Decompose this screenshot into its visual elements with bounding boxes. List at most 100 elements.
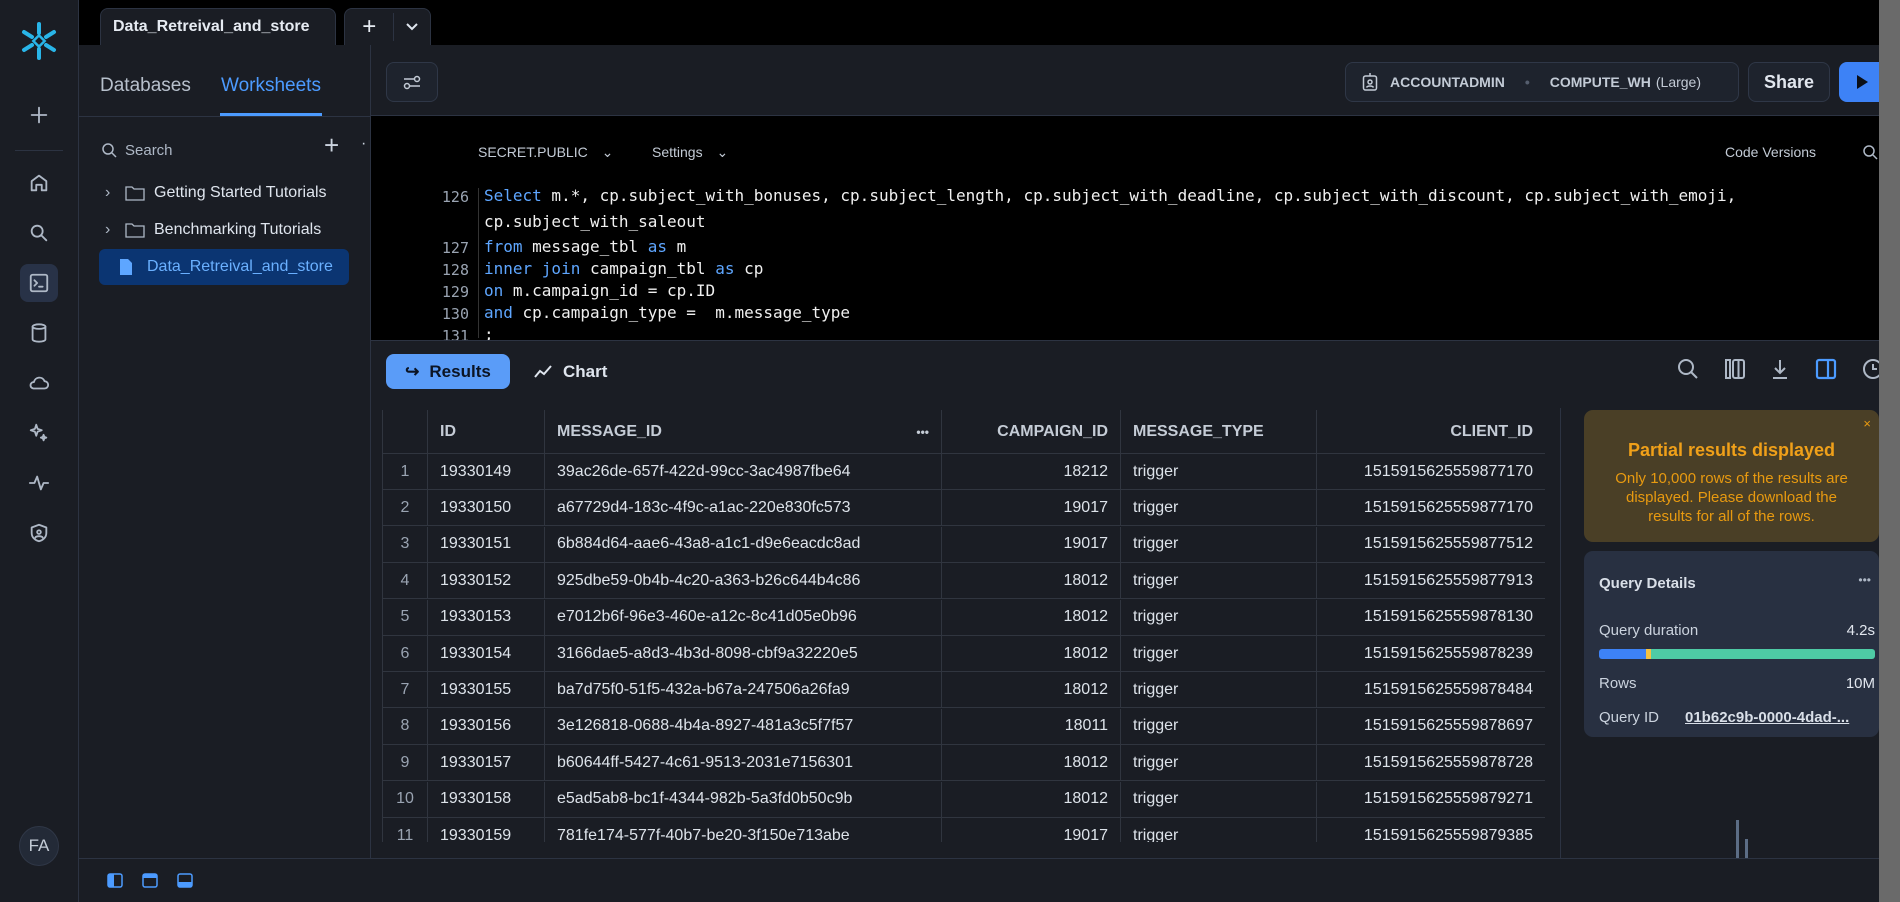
table-cell[interactable]: 1515915625559877170 — [1317, 490, 1545, 525]
run-button[interactable] — [1839, 62, 1884, 102]
table-row[interactable]: 10 19330158 e5ad5ab8-bc1f-4344-982b-5a3fd0… — [383, 781, 1545, 818]
table-cell[interactable]: trigger — [1121, 599, 1317, 635]
table-cell[interactable]: 1515915625559877913 — [1317, 563, 1545, 598]
table-cell[interactable]: 19017 — [942, 818, 1121, 842]
code-line[interactable]: inner join campaign_tbl as cp — [484, 259, 763, 278]
toggle-left-pane-icon[interactable] — [107, 873, 123, 888]
tab-chart[interactable]: Chart — [533, 354, 607, 389]
nav-cloud[interactable] — [20, 364, 58, 402]
table-cell[interactable]: 1515915625559878130 — [1317, 600, 1545, 635]
history-clock-icon[interactable] — [1861, 357, 1879, 381]
table-cell[interactable]: 19330156 — [428, 708, 545, 744]
chevron-down-icon[interactable] — [394, 22, 430, 32]
table-row[interactable]: 8 19330156 3e126818-0688-4b4a-8927-481a3c5… — [383, 708, 1545, 745]
table-cell[interactable]: 19330154 — [428, 636, 545, 671]
column-menu-icon[interactable]: ••• — [916, 425, 929, 439]
table-cell[interactable]: 19330159 — [428, 818, 545, 842]
tab-results[interactable]: ↪ Results — [386, 354, 510, 389]
table-cell[interactable]: trigger — [1121, 563, 1317, 599]
table-cell[interactable]: 1515915625559879271 — [1317, 782, 1545, 817]
table-cell[interactable]: trigger — [1121, 672, 1317, 708]
filter-settings-button[interactable] — [386, 62, 438, 102]
user-avatar[interactable]: FA — [19, 826, 59, 866]
table-cell[interactable]: 3166dae5-a8d3-4b3d-8098-cbf9a32220e5 — [545, 636, 942, 671]
table-cell[interactable]: 18012 — [942, 636, 1121, 671]
table-cell[interactable]: 5 — [383, 599, 428, 635]
code-versions-button[interactable]: Code Versions — [1725, 144, 1816, 160]
table-cell[interactable]: 3 — [383, 526, 428, 562]
tree-item-folder[interactable]: › Getting Started Tutorials — [99, 175, 349, 211]
table-cell[interactable]: 19017 — [942, 490, 1121, 526]
table-cell[interactable]: 19330151 — [428, 526, 545, 562]
table-cell[interactable]: 18012 — [942, 563, 1121, 599]
code-line[interactable]: cp.subject_with_saleout — [484, 212, 706, 231]
code-line[interactable]: on m.campaign_id = cp.ID — [484, 281, 715, 300]
table-cell[interactable]: ba7d75f0-51f5-432a-b67a-247506a26fa9 — [545, 672, 942, 708]
table-cell[interactable]: 4 — [383, 563, 428, 599]
table-cell[interactable]: 6 — [383, 636, 428, 671]
table-cell[interactable]: 18012 — [942, 672, 1121, 708]
table-row[interactable]: 7 19330155 ba7d75f0-51f5-432a-b67a-247506a… — [383, 672, 1545, 709]
table-cell[interactable]: 19330152 — [428, 563, 545, 599]
table-cell[interactable]: trigger — [1121, 636, 1317, 671]
table-cell[interactable]: 18012 — [942, 599, 1121, 635]
table-cell[interactable]: 19330149 — [428, 454, 545, 489]
table-cell[interactable]: e5ad5ab8-bc1f-4344-982b-5a3fd0b50c9b — [545, 781, 942, 817]
table-cell[interactable]: trigger — [1121, 708, 1317, 744]
table-cell[interactable]: 8 — [383, 708, 428, 744]
table-cell[interactable]: 19330157 — [428, 745, 545, 781]
tree-item-folder[interactable]: › Benchmarking Tutorials — [99, 212, 349, 248]
table-cell[interactable]: trigger — [1121, 818, 1317, 842]
tab-databases[interactable]: Databases — [100, 75, 191, 97]
search-input[interactable]: Search — [101, 135, 321, 165]
chevron-right-icon[interactable]: › — [105, 221, 119, 239]
table-cell[interactable]: 39ac26de-657f-422d-99cc-3ac4987fbe64 — [545, 454, 942, 489]
nav-search[interactable] — [20, 214, 58, 252]
table-cell[interactable]: 6b884d64-aae6-43a8-a1c1-d9e6eacdc8ad — [545, 526, 942, 562]
table-cell[interactable]: trigger — [1121, 490, 1317, 526]
table-cell[interactable]: e7012b6f-96e3-460e-a12c-8c41d05e0b96 — [545, 599, 942, 635]
search-icon[interactable] — [1862, 144, 1878, 160]
column-header[interactable]: CAMPAIGN_ID — [942, 410, 1121, 453]
table-cell[interactable]: 1 — [383, 454, 428, 489]
table-cell[interactable]: 19017 — [942, 526, 1121, 562]
table-cell[interactable]: trigger — [1121, 526, 1317, 562]
nav-admin-shield[interactable] — [20, 514, 58, 552]
sql-editor[interactable]: SECRET.PUBLIC ⌄ Settings ⌄ Code Versions… — [371, 116, 1879, 345]
table-cell[interactable]: 19330158 — [428, 781, 545, 817]
code-line[interactable]: and cp.campaign_type = m.message_type — [484, 303, 850, 322]
column-header[interactable] — [383, 410, 428, 453]
code-line[interactable]: from message_tbl as m — [484, 237, 686, 256]
table-cell[interactable]: trigger — [1121, 745, 1317, 781]
table-cell[interactable]: 925dbe59-0b4b-4c20-a363-b26c644b4c86 — [545, 563, 942, 599]
column-header[interactable]: MESSAGE_ID ••• — [545, 410, 942, 453]
table-row[interactable]: 5 19330153 e7012b6f-96e3-460e-a12c-8c41d05… — [383, 599, 1545, 636]
table-cell[interactable]: 18012 — [942, 745, 1121, 781]
table-cell[interactable]: 1515915625559878239 — [1317, 636, 1545, 671]
close-icon[interactable]: × — [1863, 416, 1871, 431]
share-button[interactable]: Share — [1748, 62, 1830, 102]
table-cell[interactable]: 18012 — [942, 781, 1121, 817]
more-options-icon[interactable]: ••• — [1858, 573, 1871, 587]
table-row[interactable]: 6 19330154 3166dae5-a8d3-4b3d-8098-cbf9a32… — [383, 636, 1545, 672]
table-cell[interactable]: 781fe174-577f-40b7-be20-3f150e713abe — [545, 818, 942, 842]
nav-database[interactable] — [20, 314, 58, 352]
table-cell[interactable]: 3e126818-0688-4b4a-8927-481a3c5f7f57 — [545, 708, 942, 744]
table-cell[interactable]: 18011 — [942, 708, 1121, 744]
table-row[interactable]: 3 19330151 6b884d64-aae6-43a8-a1c1-d9e6eac… — [383, 526, 1545, 563]
nav-plus[interactable] — [20, 96, 58, 134]
search-icon[interactable] — [1676, 357, 1700, 381]
context-selector[interactable]: SECRET.PUBLIC ⌄ — [478, 144, 613, 161]
nav-home[interactable] — [20, 164, 58, 202]
table-cell[interactable]: 19330153 — [428, 599, 545, 635]
table-cell[interactable]: a67729d4-183c-4f9c-a1ac-220e830fc573 — [545, 490, 942, 526]
code-line[interactable]: Select m.*, cp.subject_with_bonuses, cp.… — [484, 186, 1736, 205]
sidebar-toggle-icon[interactable] — [1815, 357, 1837, 381]
tab-worksheets[interactable]: Worksheets — [221, 75, 321, 97]
column-header[interactable]: MESSAGE_TYPE — [1121, 410, 1317, 453]
table-cell[interactable]: 2 — [383, 490, 428, 526]
nav-worksheets[interactable] — [20, 264, 58, 302]
table-cell[interactable]: b60644ff-5427-4c61-9513-2031e7156301 — [545, 745, 942, 781]
add-worksheet-plus-icon[interactable]: + — [324, 130, 339, 161]
column-header[interactable]: ID — [428, 410, 545, 453]
